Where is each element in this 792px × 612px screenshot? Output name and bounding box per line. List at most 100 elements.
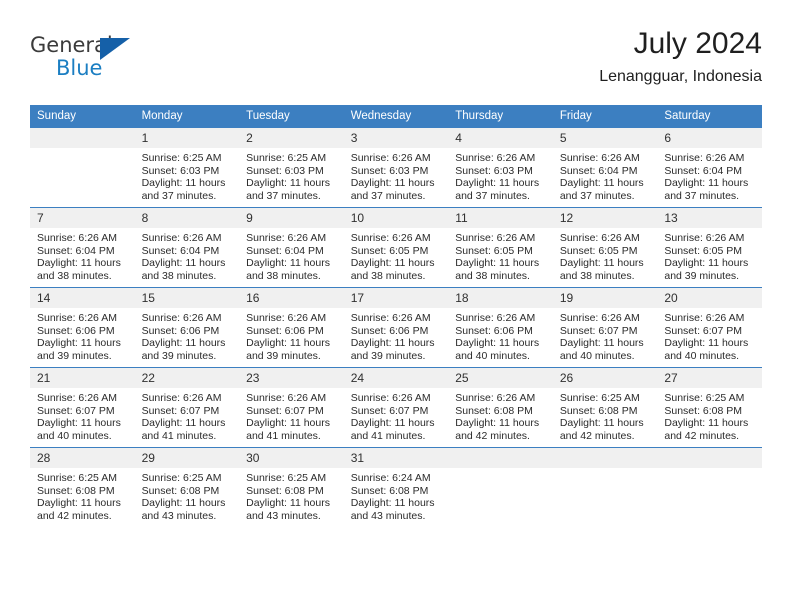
sunset-text: Sunset: 6:06 PM [246,324,324,337]
calendar-day-cell[interactable]: 15 Sunrise: 6:26 AM Sunset: 6:06 PM Dayligh… [134,287,240,368]
page-title: July 2024 [633,27,762,60]
calendar-day-cell[interactable]: 10 Sunrise: 6:26 AM Sunset: 6:05 PM Dayligh… [343,207,449,288]
sunset-text: Sunset: 6:05 PM [350,244,429,257]
sunrise-text: Sunrise: 6:26 AM [455,152,536,164]
calendar-day-cell[interactable]: 22 Sunrise: 6:26 AM Sunset: 6:07 PM Dayligh… [134,367,240,448]
day-number [657,448,762,468]
daylight-text: Daylight: 11 hours and 39 minutes. [246,337,330,362]
calendar-day-cell[interactable]: 13 Sunrise: 6:26 AM Sunset: 6:05 PM Dayligh… [657,207,762,288]
calendar-day-cell[interactable]: 26 Sunrise: 6:25 AM Sunset: 6:08 PM Dayligh… [552,367,658,448]
sunset-text: Sunset: 6:06 PM [141,324,220,337]
general-blue-logo: General Blue [30,34,150,82]
sunset-text: Sunset: 6:07 PM [559,324,638,337]
calendar-day-cell[interactable]: 14 Sunrise: 6:26 AM Sunset: 6:06 PM Dayligh… [30,287,135,368]
calendar-day-cell[interactable]: 4 Sunrise: 6:26 AM Sunset: 6:03 PM Daylight… [448,127,553,208]
sunrise-text: Sunrise: 6:25 AM [246,472,327,484]
day-info: Sunrise: 6:25 AM Sunset: 6:08 PM Daylight:… [30,468,135,522]
day-number: 2 [239,128,344,148]
day-info: Sunrise: 6:24 AM Sunset: 6:08 PM Daylight:… [344,468,449,522]
day-number: 11 [448,208,553,228]
calendar-day-cell[interactable]: 18 Sunrise: 6:26 AM Sunset: 6:06 PM Dayligh… [448,287,553,368]
day-number: 13 [657,208,762,228]
day-number: 16 [239,288,344,308]
day-number: 17 [343,288,449,308]
calendar-day-cell[interactable]: 3 Sunrise: 6:26 AM Sunset: 6:03 PM Daylight… [343,127,449,208]
calendar-day-cell[interactable]: 21 Sunrise: 6:26 AM Sunset: 6:07 PM Dayligh… [30,367,135,448]
calendar-day-cell-empty [552,447,658,527]
calendar-grid: Sunday Monday Tuesday Wednesday Thursday… [30,105,762,527]
day-number: 30 [239,448,344,468]
calendar-day-cell[interactable]: 29 Sunrise: 6:25 AM Sunset: 6:08 PM Dayligh… [134,447,240,527]
day-number [30,128,135,148]
calendar-day-cell[interactable]: 27 Sunrise: 6:25 AM Sunset: 6:08 PM Dayligh… [657,367,762,448]
day-number: 9 [239,208,344,228]
daylight-text: Daylight: 11 hours and 43 minutes. [350,497,435,522]
daylight-text: Daylight: 11 hours and 42 minutes. [559,417,644,442]
sunrise-text: Sunrise: 6:26 AM [37,232,117,244]
sunset-text: Sunset: 6:03 PM [350,164,429,177]
sunrise-text: Sunrise: 6:26 AM [350,152,431,164]
calendar-day-cell[interactable]: 23 Sunrise: 6:26 AM Sunset: 6:07 PM Dayligh… [239,367,344,448]
sunrise-text: Sunrise: 6:26 AM [664,232,745,244]
sunrise-text: Sunrise: 6:25 AM [246,152,327,164]
title-block: July 2024 Lenangguar, Indonesia [599,26,762,88]
day-info: Sunrise: 6:26 AM Sunset: 6:03 PM Daylight:… [344,148,449,202]
sunrise-text: Sunrise: 6:24 AM [350,472,431,484]
calendar-day-cell[interactable]: 17 Sunrise: 6:26 AM Sunset: 6:06 PM Dayligh… [343,287,449,368]
calendar-day-cell[interactable]: 31 Sunrise: 6:24 AM Sunset: 6:08 PM Dayligh… [343,447,449,527]
day-number: 7 [30,208,135,228]
day-number: 4 [448,128,553,148]
daylight-text: Daylight: 11 hours and 37 minutes. [350,177,435,202]
daylight-text: Daylight: 11 hours and 39 minutes. [664,257,749,282]
day-info: Sunrise: 6:26 AM Sunset: 6:06 PM Daylight:… [30,308,135,362]
sunset-text: Sunset: 6:08 PM [559,404,638,417]
calendar-day-cell[interactable]: 1 Sunrise: 6:25 AM Sunset: 6:03 PM Daylight… [134,127,240,208]
daylight-text: Daylight: 11 hours and 40 minutes. [455,337,540,362]
calendar-day-cell[interactable]: 24 Sunrise: 6:26 AM Sunset: 6:07 PM Dayligh… [343,367,449,448]
calendar-day-cell[interactable]: 2 Sunrise: 6:25 AM Sunset: 6:03 PM Daylight… [239,127,344,208]
day-number: 1 [134,128,240,148]
sunset-text: Sunset: 6:04 PM [141,244,220,257]
day-info: Sunrise: 6:26 AM Sunset: 6:04 PM Daylight:… [30,228,135,282]
day-number: 24 [343,368,449,388]
sunrise-text: Sunrise: 6:26 AM [350,232,431,244]
sunrise-text: Sunrise: 6:26 AM [246,392,327,404]
calendar-day-cell[interactable]: 25 Sunrise: 6:26 AM Sunset: 6:08 PM Dayligh… [448,367,553,448]
calendar-week-row: 7 Sunrise: 6:26 AM Sunset: 6:04 PM Daylight… [30,207,762,288]
sunrise-text: Sunrise: 6:25 AM [141,152,222,164]
calendar-day-cell[interactable]: 28 Sunrise: 6:25 AM Sunset: 6:08 PM Dayligh… [30,447,135,527]
logo-text-blue: Blue [56,56,103,80]
day-number: 6 [657,128,762,148]
calendar-day-cell[interactable]: 9 Sunrise: 6:26 AM Sunset: 6:04 PM Daylight… [239,207,344,288]
daylight-text: Daylight: 11 hours and 37 minutes. [246,177,330,202]
calendar-body: 1 Sunrise: 6:25 AM Sunset: 6:03 PM Daylight… [30,127,762,527]
weekday-header-tuesday: Tuesday [239,105,344,128]
day-number: 3 [343,128,449,148]
calendar-week-row: 14 Sunrise: 6:26 AM Sunset: 6:06 PM Dayligh… [30,287,762,368]
weekday-header-monday: Monday [134,105,240,128]
sunset-text: Sunset: 6:06 PM [37,324,115,337]
sunset-text: Sunset: 6:08 PM [455,404,533,417]
calendar-day-cell[interactable]: 7 Sunrise: 6:26 AM Sunset: 6:04 PM Daylight… [30,207,135,288]
calendar-day-cell[interactable]: 19 Sunrise: 6:26 AM Sunset: 6:07 PM Dayligh… [552,287,658,368]
daylight-text: Daylight: 11 hours and 42 minutes. [37,497,121,522]
calendar-day-cell[interactable]: 16 Sunrise: 6:26 AM Sunset: 6:06 PM Dayligh… [239,287,344,368]
day-number: 22 [134,368,240,388]
sunset-text: Sunset: 6:07 PM [246,404,324,417]
daylight-text: Daylight: 11 hours and 39 minutes. [350,337,435,362]
sunrise-text: Sunrise: 6:26 AM [559,232,640,244]
day-info: Sunrise: 6:25 AM Sunset: 6:03 PM Daylight:… [239,148,344,202]
calendar-day-cell[interactable]: 11 Sunrise: 6:26 AM Sunset: 6:05 PM Dayligh… [448,207,553,288]
day-info: Sunrise: 6:26 AM Sunset: 6:04 PM Daylight:… [553,148,658,202]
calendar-day-cell[interactable]: 20 Sunrise: 6:26 AM Sunset: 6:07 PM Dayligh… [657,287,762,368]
calendar-day-cell[interactable]: 6 Sunrise: 6:26 AM Sunset: 6:04 PM Daylight… [657,127,762,208]
day-info: Sunrise: 6:26 AM Sunset: 6:04 PM Daylight:… [239,228,344,282]
calendar-day-cell[interactable]: 8 Sunrise: 6:26 AM Sunset: 6:04 PM Daylight… [134,207,240,288]
weekday-header-saturday: Saturday [657,105,762,128]
calendar-day-cell[interactable]: 5 Sunrise: 6:26 AM Sunset: 6:04 PM Daylight… [552,127,658,208]
day-info: Sunrise: 6:26 AM Sunset: 6:06 PM Daylight:… [135,308,240,362]
sunrise-text: Sunrise: 6:26 AM [350,392,431,404]
calendar-day-cell[interactable]: 12 Sunrise: 6:26 AM Sunset: 6:05 PM Dayligh… [552,207,658,288]
sunset-text: Sunset: 6:04 PM [664,164,743,177]
calendar-day-cell[interactable]: 30 Sunrise: 6:25 AM Sunset: 6:08 PM Dayligh… [239,447,344,527]
